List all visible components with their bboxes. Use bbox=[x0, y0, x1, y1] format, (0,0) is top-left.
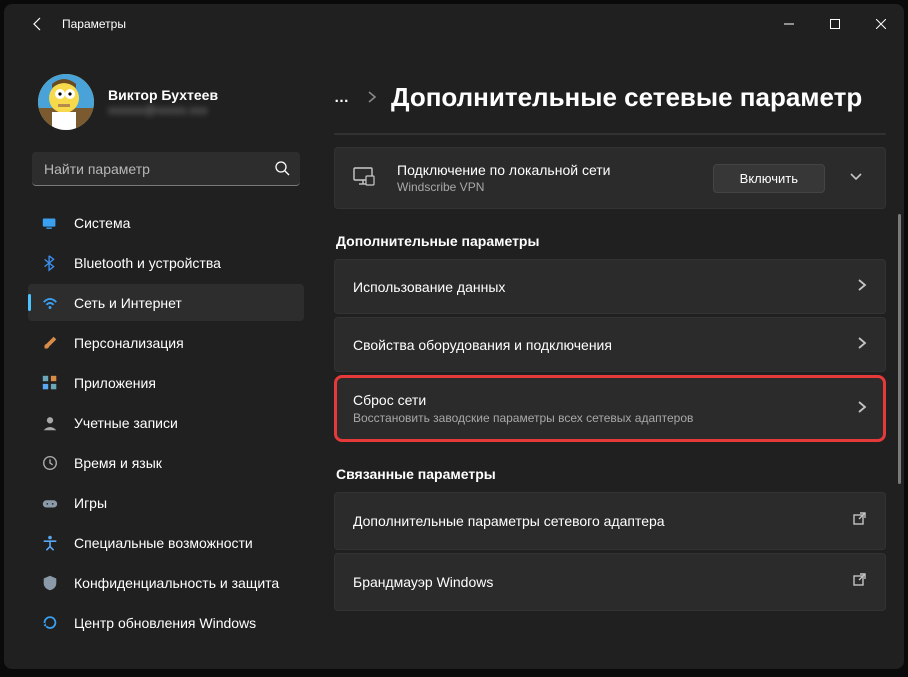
sidebar-item-label: Приложения bbox=[74, 375, 156, 391]
external-link-icon bbox=[852, 511, 867, 531]
sidebar-item-label: Специальные возможности bbox=[74, 535, 253, 551]
system-icon bbox=[40, 213, 60, 233]
row-title: Дополнительные параметры сетевого адапте… bbox=[353, 513, 852, 529]
sidebar-item-label: Игры bbox=[74, 495, 107, 511]
row-title: Использование данных bbox=[353, 279, 857, 295]
scrollbar[interactable] bbox=[897, 134, 901, 564]
close-button[interactable] bbox=[858, 8, 904, 40]
row-text: Свойства оборудования и подключения bbox=[353, 337, 857, 353]
settings-window: Параметры bbox=[4, 4, 904, 669]
connection-card[interactable]: Подключение по локальной сети Windscribe… bbox=[334, 147, 886, 209]
sidebar-item-wifi[interactable]: Сеть и Интернет bbox=[28, 284, 304, 321]
settings-row[interactable]: Использование данных bbox=[334, 259, 886, 314]
breadcrumb-ellipsis[interactable]: … bbox=[334, 89, 351, 106]
close-icon bbox=[876, 19, 886, 29]
accessibility-icon bbox=[40, 533, 60, 553]
settings-row[interactable]: Сброс сети Восстановить заводские парамет… bbox=[334, 375, 886, 442]
minimize-button[interactable] bbox=[766, 8, 812, 40]
games-icon bbox=[40, 493, 60, 513]
search-box bbox=[32, 152, 300, 186]
row-text: Брандмауэр Windows bbox=[353, 574, 852, 590]
apps-icon bbox=[40, 373, 60, 393]
main: … Дополнительные сетевые параметр Подклю… bbox=[314, 44, 904, 669]
row-text: Использование данных bbox=[353, 279, 857, 295]
chevron-right-icon bbox=[367, 90, 377, 106]
sidebar-item-label: Конфиденциальность и защита bbox=[74, 575, 279, 591]
shield-icon bbox=[40, 573, 60, 593]
row-title: Свойства оборудования и подключения bbox=[353, 337, 857, 353]
titlebar: Параметры bbox=[4, 4, 904, 44]
enable-button[interactable]: Включить bbox=[713, 164, 825, 193]
window-controls bbox=[766, 8, 904, 40]
external-link-icon bbox=[852, 572, 867, 592]
search-input[interactable] bbox=[32, 152, 300, 186]
section-label: Дополнительные параметры bbox=[336, 233, 886, 249]
sidebar-item-apps[interactable]: Приложения bbox=[28, 364, 304, 401]
row-text: Сброс сети Восстановить заводские парамет… bbox=[353, 392, 857, 425]
row-text: Дополнительные параметры сетевого адапте… bbox=[353, 513, 852, 529]
main-scroll[interactable]: … Дополнительные сетевые параметр Подклю… bbox=[334, 44, 904, 669]
avatar-image bbox=[38, 74, 94, 130]
update-icon bbox=[40, 613, 60, 633]
window-title: Параметры bbox=[62, 17, 126, 31]
divider bbox=[334, 133, 886, 135]
sidebar-item-games[interactable]: Игры bbox=[28, 484, 304, 521]
scrollbar-thumb[interactable] bbox=[898, 214, 901, 484]
connection-subtitle: Windscribe VPN bbox=[397, 180, 713, 194]
connection-text: Подключение по локальной сети Windscribe… bbox=[397, 162, 713, 194]
settings-row[interactable]: Брандмауэр Windows bbox=[334, 553, 886, 611]
profile-name: Виктор Бухтеев bbox=[108, 87, 218, 103]
sidebar-item-clock[interactable]: Время и язык bbox=[28, 444, 304, 481]
sidebar-item-accessibility[interactable]: Специальные возможности bbox=[28, 524, 304, 561]
chevron-down-icon[interactable] bbox=[835, 165, 867, 192]
sidebar-item-label: Учетные записи bbox=[74, 415, 178, 431]
row-subtitle: Восстановить заводские параметры всех се… bbox=[353, 411, 857, 425]
profile-text: Виктор Бухтеев xxxxxx@xxxxx.xxx bbox=[108, 87, 218, 117]
breadcrumb: … Дополнительные сетевые параметр bbox=[334, 44, 886, 113]
search-icon[interactable] bbox=[274, 160, 290, 181]
sidebar-item-label: Система bbox=[74, 215, 130, 231]
sidebar-item-label: Bluetooth и устройства bbox=[74, 255, 221, 271]
profile[interactable]: Виктор Бухтеев xxxxxx@xxxxx.xxx bbox=[28, 44, 304, 152]
profile-email: xxxxxx@xxxxx.xxx bbox=[108, 103, 218, 117]
maximize-icon bbox=[830, 19, 840, 29]
sidebar: Виктор Бухтеев xxxxxx@xxxxx.xxx Система B… bbox=[4, 44, 314, 669]
avatar bbox=[38, 74, 94, 130]
sidebar-item-update[interactable]: Центр обновления Windows bbox=[28, 604, 304, 641]
nav-list: Система Bluetooth и устройства Сеть и Инте… bbox=[28, 204, 304, 644]
sidebar-item-label: Центр обновления Windows bbox=[74, 615, 256, 631]
wifi-icon bbox=[40, 293, 60, 313]
account-icon bbox=[40, 413, 60, 433]
maximize-button[interactable] bbox=[812, 8, 858, 40]
clock-icon bbox=[40, 453, 60, 473]
back-button[interactable] bbox=[22, 8, 54, 40]
chevron-right-icon bbox=[857, 336, 867, 353]
bluetooth-icon bbox=[40, 253, 60, 273]
connection-title: Подключение по локальной сети bbox=[397, 162, 713, 178]
sidebar-item-account[interactable]: Учетные записи bbox=[28, 404, 304, 441]
brush-icon bbox=[40, 333, 60, 353]
chevron-right-icon bbox=[857, 400, 867, 417]
sidebar-item-brush[interactable]: Персонализация bbox=[28, 324, 304, 361]
row-title: Сброс сети bbox=[353, 392, 857, 408]
sidebar-item-system[interactable]: Система bbox=[28, 204, 304, 241]
arrow-left-icon bbox=[30, 16, 46, 32]
sidebar-item-label: Персонализация bbox=[74, 335, 184, 351]
body: Виктор Бухтеев xxxxxx@xxxxx.xxx Система B… bbox=[4, 44, 904, 669]
row-title: Брандмауэр Windows bbox=[353, 574, 852, 590]
sidebar-item-shield[interactable]: Конфиденциальность и защита bbox=[28, 564, 304, 601]
sidebar-item-label: Сеть и Интернет bbox=[74, 295, 182, 311]
settings-row[interactable]: Дополнительные параметры сетевого адапте… bbox=[334, 492, 886, 550]
monitor-icon bbox=[353, 165, 377, 192]
settings-row[interactable]: Свойства оборудования и подключения bbox=[334, 317, 886, 372]
sidebar-item-label: Время и язык bbox=[74, 455, 162, 471]
sidebar-item-bluetooth[interactable]: Bluetooth и устройства bbox=[28, 244, 304, 281]
chevron-right-icon bbox=[857, 278, 867, 295]
page-title: Дополнительные сетевые параметр bbox=[391, 82, 862, 113]
minimize-icon bbox=[784, 19, 794, 29]
section-label: Связанные параметры bbox=[336, 466, 886, 482]
